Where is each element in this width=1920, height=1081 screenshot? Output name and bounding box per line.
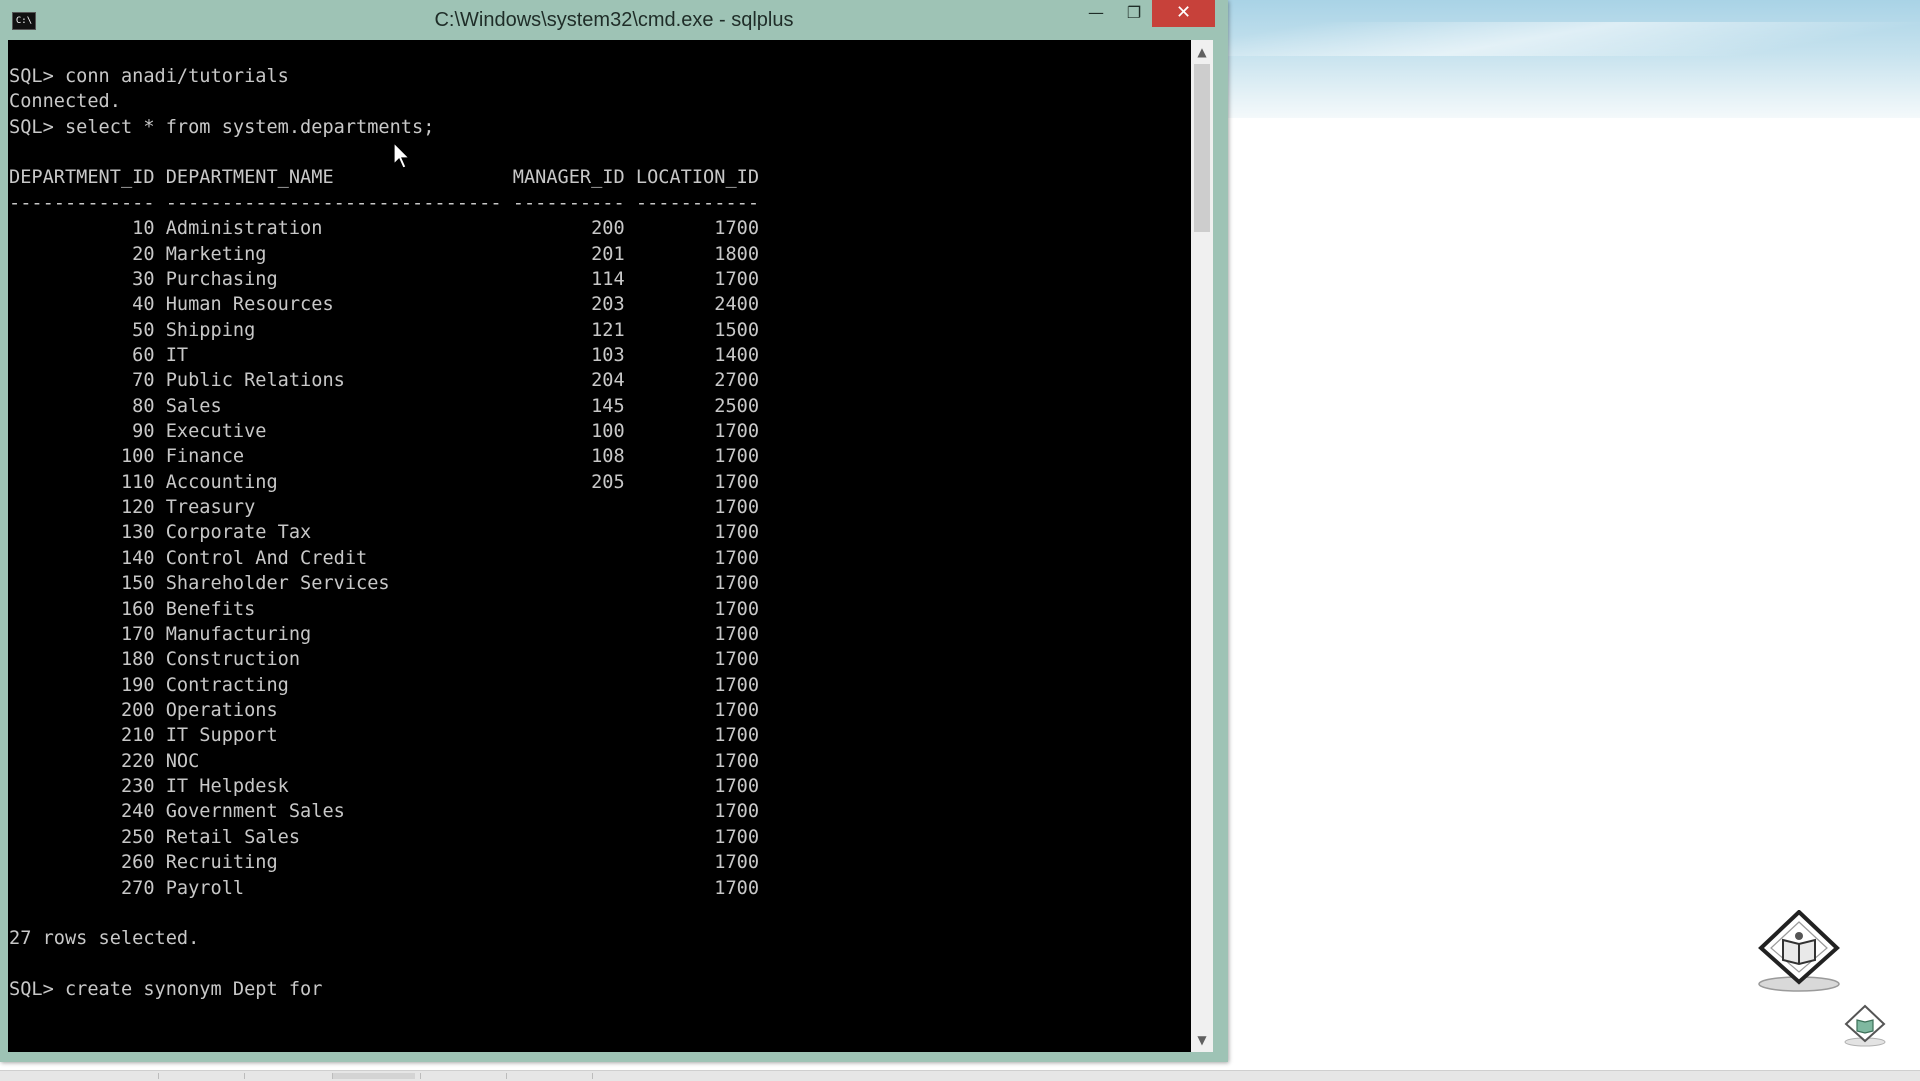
scroll-down-arrow-icon[interactable]: ▼ (1191, 1030, 1213, 1050)
taskbar-slot[interactable] (592, 1073, 675, 1079)
console-line: SQL> select * from system.departments; (9, 116, 435, 138)
console-line: 20 Marketing 201 1800 (9, 243, 760, 265)
maximize-icon: ❐ (1126, 3, 1142, 22)
window-titlebar[interactable]: C:\ C:\Windows\system32\cmd.exe - sqlplu… (0, 0, 1228, 40)
console-line: 140 Control And Credit 1700 (9, 547, 760, 569)
close-icon: ✕ (1175, 2, 1192, 23)
taskbar-slot[interactable] (506, 1073, 589, 1079)
minimize-button[interactable]: — (1076, 0, 1116, 27)
desktop-wallpaper (1228, 0, 1920, 118)
console-line: 50 Shipping 121 1500 (9, 319, 760, 341)
tutorials-logo-icon (1758, 910, 1840, 992)
maximize-button[interactable]: ❐ (1116, 0, 1152, 27)
tutorials-logo-small-icon (1844, 1004, 1886, 1047)
window-title: C:\Windows\system32\cmd.exe - sqlplus (434, 9, 794, 31)
console-line: DEPARTMENT_ID DEPARTMENT_NAME MANAGER_ID… (9, 167, 760, 189)
taskbar (0, 1070, 1920, 1081)
taskbar-slot[interactable] (420, 1073, 503, 1079)
console-text: SQL> conn anadi/tutorials Connected. SQL> … (9, 64, 759, 1002)
console-line: 80 Sales 145 2500 (9, 395, 760, 417)
console-line: 110 Accounting 205 1700 (9, 471, 760, 493)
console-line: 120 Treasury 1700 (9, 497, 760, 519)
console-line: 220 NOC 1700 (9, 750, 760, 772)
console-line: 190 Contracting 1700 (9, 674, 760, 696)
console-line: 30 Purchasing 114 1700 (9, 268, 760, 290)
console-line: 90 Executive 100 1700 (9, 421, 760, 443)
console-output[interactable]: SQL> conn anadi/tutorials Connected. SQL> … (8, 40, 1191, 1052)
console-line: 260 Recruiting 1700 (9, 852, 760, 874)
console-line: 100 Finance 108 1700 (9, 446, 760, 468)
taskbar-slot[interactable] (158, 1073, 241, 1079)
console-line: 60 IT 103 1400 (9, 344, 760, 366)
console-line: 180 Construction 1700 (9, 649, 760, 671)
console-line: SQL> conn anadi/tutorials (9, 66, 289, 87)
console-line: 200 Operations 1700 (9, 699, 760, 721)
console-line: 250 Retail Sales 1700 (9, 826, 760, 848)
console-line: 150 Shareholder Services 1700 (9, 573, 760, 595)
vertical-scrollbar[interactable]: ▲ ▼ (1191, 40, 1213, 1052)
scroll-up-arrow-icon[interactable]: ▲ (1191, 42, 1213, 62)
console-line: SQL> create synonym Dept for (9, 978, 323, 1000)
taskbar-slot[interactable] (244, 1073, 327, 1079)
taskbar-slot[interactable] (332, 1073, 415, 1079)
console-line: 270 Payroll 1700 (9, 877, 760, 899)
console-line: 240 Government Sales 1700 (9, 801, 760, 823)
console-line: 160 Benefits 1700 (9, 598, 760, 620)
console-line: 70 Public Relations 204 2700 (9, 370, 760, 392)
console-line: 130 Corporate Tax 1700 (9, 522, 760, 544)
console-line: Connected. (9, 91, 121, 113)
console-line: ------------- --------------------------… (9, 192, 760, 214)
console-line: 230 IT Helpdesk 1700 (9, 776, 760, 798)
console-line: 40 Human Resources 203 2400 (9, 294, 760, 316)
console-line: 170 Manufacturing 1700 (9, 623, 760, 645)
cmd-window[interactable]: C:\ C:\Windows\system32\cmd.exe - sqlplu… (0, 0, 1228, 1062)
scroll-thumb[interactable] (1194, 64, 1210, 232)
wallpaper-streak (1228, 22, 1920, 56)
console-line: 27 rows selected. (9, 928, 200, 950)
console-line: 210 IT Support 1700 (9, 725, 760, 747)
minimize-icon: — (1088, 3, 1104, 22)
console-line: 10 Administration 200 1700 (9, 218, 760, 240)
close-button[interactable]: ✕ (1152, 0, 1215, 27)
mouse-pointer-icon (393, 142, 411, 169)
